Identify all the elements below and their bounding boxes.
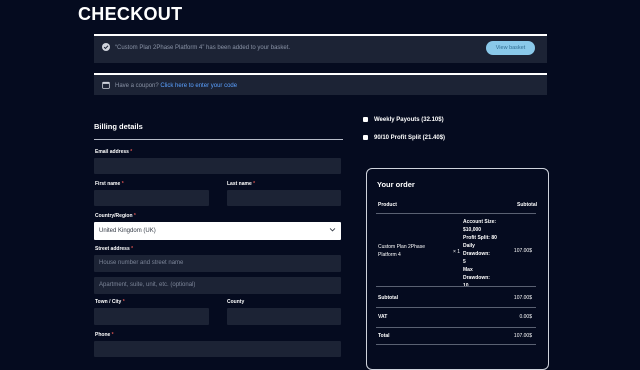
coupon-notice: Have a coupon? Click here to enter your … — [94, 73, 547, 95]
required-mark: * — [121, 181, 124, 187]
required-mark: * — [133, 213, 136, 219]
vat-value: 0.00$ — [519, 314, 532, 320]
street-label-text: Street address — [95, 246, 130, 252]
country-label: Country/Region * — [95, 213, 136, 219]
item-detail-line: Daily — [463, 243, 475, 249]
county-label: County — [227, 299, 245, 305]
divider — [376, 286, 536, 287]
phone-label: Phone * — [95, 332, 114, 338]
item-name-line1: Custom Plan 2Phase — [378, 244, 425, 250]
total-label: Total — [378, 333, 390, 339]
required-mark: * — [131, 246, 134, 252]
phone-label-text: Phone — [95, 332, 111, 338]
town-field[interactable] — [94, 308, 209, 325]
coupon-message: Have a coupon? Click here to enter your … — [115, 83, 237, 89]
apartment-field[interactable]: Apartment, suite, unit, etc. (optional) — [94, 277, 341, 294]
first-name-label: First name * — [95, 181, 124, 187]
addon-weekly-payouts[interactable]: Weekly Payouts (32.10$) — [363, 117, 444, 123]
chevron-down-icon — [329, 228, 336, 232]
divider — [376, 213, 536, 214]
item-detail-line: Max — [463, 267, 473, 273]
item-detail-line: Account Size: — [463, 219, 497, 225]
first-name-field[interactable] — [94, 190, 209, 206]
email-label-text: Email address — [95, 149, 129, 155]
last-name-label: Last name * — [227, 181, 255, 187]
apartment-placeholder: Apartment, suite, unit, etc. (optional) — [99, 282, 196, 288]
calendar-icon — [102, 81, 110, 89]
country-label-text: Country/Region — [95, 213, 133, 219]
town-label-text: Town / City — [95, 299, 122, 305]
street-field[interactable]: House number and street name — [94, 255, 341, 272]
street-placeholder: House number and street name — [99, 260, 184, 266]
subtotal-header: Subtotal — [517, 202, 537, 208]
last-name-field[interactable] — [227, 190, 341, 206]
country-select[interactable]: United Kingdom (UK) — [94, 222, 341, 240]
divider — [376, 307, 536, 308]
phone-field[interactable] — [94, 341, 341, 357]
required-mark: * — [130, 149, 133, 155]
item-detail-line: Drawdown: — [463, 275, 490, 281]
basket-notice-message: “Custom Plan 2Phase Platform 4” has been… — [115, 45, 291, 51]
total-value: 107.00$ — [513, 333, 532, 339]
email-label: Email address * — [95, 149, 132, 155]
email-field[interactable] — [94, 158, 341, 174]
checkbox[interactable] — [363, 117, 368, 122]
billing-heading: Billing details — [94, 122, 343, 140]
item-detail-line: $10,000 — [463, 227, 482, 233]
view-basket-button[interactable]: View basket — [486, 41, 535, 55]
town-label: Town / City * — [95, 299, 125, 305]
product-header: Product — [378, 202, 397, 208]
street-label: Street address * — [95, 246, 133, 252]
country-value: United Kingdom (UK) — [99, 228, 156, 234]
subtotal-label: Subtotal — [378, 295, 398, 301]
addon-label: Weekly Payouts (32.10$) — [374, 117, 444, 124]
item-detail-line: Drawdown: — [463, 251, 490, 257]
item-price: 107.00$ — [513, 248, 532, 254]
order-title: Your order — [377, 180, 415, 189]
required-mark: * — [111, 332, 114, 338]
item-details: Account Size: $10,000 Profit Split: 80 D… — [463, 218, 497, 290]
item-qty: × 1 — [453, 249, 461, 255]
coupon-link[interactable]: Click here to enter your code — [160, 83, 237, 89]
first-name-label-text: First name — [95, 181, 121, 187]
order-summary: Your order Product Subtotal Custom Plan … — [366, 168, 549, 370]
item-detail-line: 5 — [463, 259, 466, 265]
divider — [376, 327, 536, 328]
item-name-line2: Platform 4 — [378, 252, 401, 258]
required-mark: * — [253, 181, 256, 187]
checkbox[interactable] — [363, 135, 368, 140]
item-detail-line: Profit Split: 80 — [463, 235, 497, 241]
coupon-prompt: Have a coupon? — [115, 83, 159, 89]
basket-notice: “Custom Plan 2Phase Platform 4” has been… — [94, 34, 547, 63]
divider — [376, 344, 536, 345]
addon-profit-split[interactable]: 90/10 Profit Split (21.40$) — [363, 135, 445, 141]
last-name-label-text: Last name — [227, 181, 252, 187]
subtotal-value: 107.00$ — [513, 295, 532, 301]
page-title: CHECKOUT — [78, 4, 183, 24]
vat-label: VAT — [378, 314, 388, 320]
county-field[interactable] — [227, 308, 341, 325]
addon-label: 90/10 Profit Split (21.40$) — [374, 135, 446, 142]
required-mark: * — [122, 299, 125, 305]
check-circle-icon — [102, 43, 110, 51]
